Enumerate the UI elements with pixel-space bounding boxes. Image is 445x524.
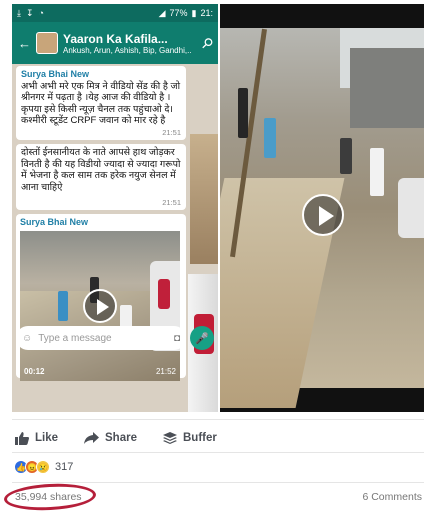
emoji-icon: ☺ xyxy=(22,332,33,344)
message-text: अभी अभी मरे एक मित्र ने वीडियो सेंड की ह… xyxy=(21,80,181,127)
signal-icon: ◢ xyxy=(158,7,166,18)
video-message-bubble: Surya Bhai New 00:12 21:52 xyxy=(16,214,186,381)
share-arrow-icon xyxy=(84,432,100,444)
sad-reaction-icon: 😢 xyxy=(36,460,50,474)
battery-icon: ▮ xyxy=(191,7,197,18)
message-time: 21:51 xyxy=(162,127,181,137)
video-play-icon xyxy=(302,194,344,236)
thumbs-up-icon xyxy=(15,431,29,445)
divider xyxy=(12,482,424,483)
post-image[interactable]: ⤓ ↧ ◔ ◢ 77% ▮ 21: ← Yaaron Ka Kafila... … xyxy=(12,4,424,412)
share-button[interactable]: Share xyxy=(84,432,137,444)
camera-icon: ◘ xyxy=(173,332,180,344)
buffer-stack-icon xyxy=(162,431,177,444)
microphone-icon: 🎤 xyxy=(190,326,214,350)
message-time: 21:51 xyxy=(162,197,181,207)
post-footer: 35,994 shares 6 Comments xyxy=(3,481,424,513)
group-members: Ankush, Arun, Ashish, Bip, Gandhi,.. xyxy=(63,45,192,55)
video-still xyxy=(220,4,424,412)
highlight-circle xyxy=(3,481,97,513)
message-sender: Surya Bhai New xyxy=(20,217,89,227)
whatsapp-status-icon: ◔ xyxy=(38,8,44,18)
message-composer: ☺ Type a message ◘ 🎤 xyxy=(12,324,218,352)
comments-count[interactable]: 6 Comments xyxy=(362,491,424,503)
message-text: दोस्तों ईनसानीयत के नाते आपसे हाथ जोड़कर… xyxy=(21,147,181,193)
group-avatar xyxy=(36,32,58,54)
group-name: Yaaron Ka Kafila... xyxy=(63,31,168,46)
phone-status-bar: ⤓ ↧ ◔ ◢ 77% ▮ 21: xyxy=(12,4,218,22)
play-icon xyxy=(83,288,117,323)
video-duration: 00:12 xyxy=(24,367,45,376)
message-bubble: Surya Bhai New अभी अभी मरे एक मित्र ने व… xyxy=(16,66,186,140)
like-button[interactable]: Like xyxy=(15,431,59,445)
battery-level: 77% xyxy=(169,8,188,18)
message-sender: Surya Bhai New xyxy=(21,69,90,79)
post-action-bar: Like Share Buffer xyxy=(12,425,424,451)
reaction-count: 317 xyxy=(55,461,74,473)
clock: 21: xyxy=(200,8,213,18)
download-icon: ↧ xyxy=(25,7,34,18)
divider xyxy=(12,419,424,420)
reaction-summary[interactable]: 👍 😠 😢 317 xyxy=(14,458,73,476)
buffer-label: Buffer xyxy=(182,432,217,444)
like-label: Like xyxy=(35,432,59,444)
background-photo xyxy=(190,134,218,264)
whatsapp-screenshot: ⤓ ↧ ◔ ◢ 77% ▮ 21: ← Yaaron Ka Kafila... … xyxy=(12,4,218,412)
notification-icon: ⤓ xyxy=(17,7,21,18)
message-bubble: दोस्तों ईनसानीयत के नाते आपसे हाथ जोड़कर… xyxy=(16,144,186,210)
message-time: 21:52 xyxy=(155,367,176,376)
share-label: Share xyxy=(105,432,137,444)
shares-count[interactable]: 35,994 shares xyxy=(3,481,97,513)
attach-clip-icon: ⚲ xyxy=(197,33,217,52)
chat-area: Surya Bhai New अभी अभी मरे एक मित्र ने व… xyxy=(12,64,218,412)
back-arrow-icon: ← xyxy=(18,35,31,51)
video-thumbnail: 00:12 21:52 xyxy=(20,230,180,381)
chat-header: ← Yaaron Ka Kafila... Ankush, Arun, Ashi… xyxy=(12,22,218,64)
divider xyxy=(12,452,424,453)
message-input-placeholder: Type a message xyxy=(38,332,112,344)
buffer-button[interactable]: Buffer xyxy=(162,431,217,445)
